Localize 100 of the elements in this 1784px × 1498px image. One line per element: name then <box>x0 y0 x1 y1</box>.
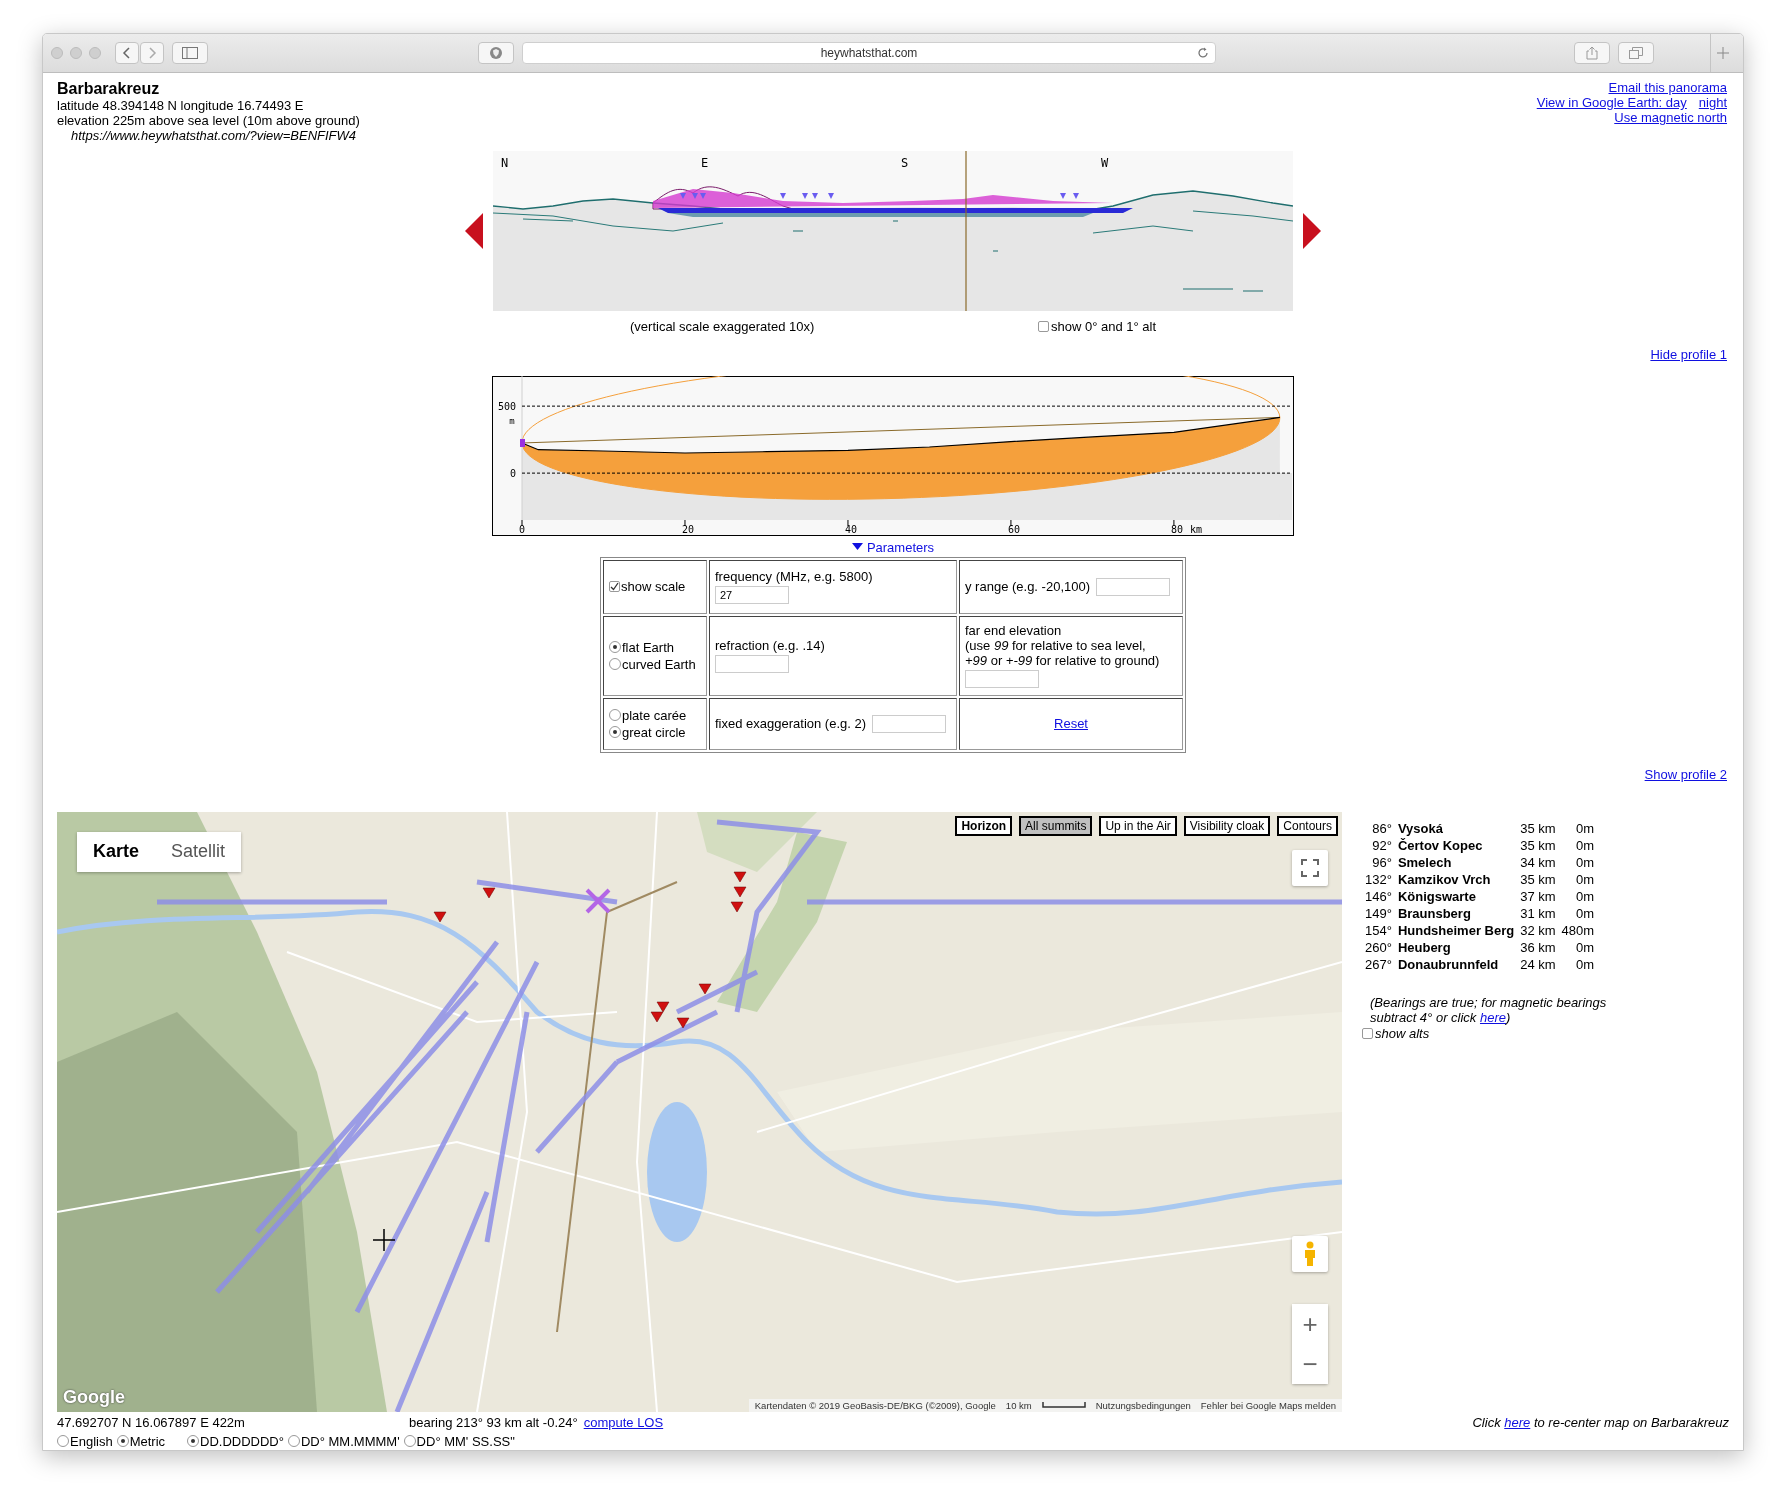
input-field[interactable] <box>872 714 947 733</box>
checkbox[interactable] <box>1038 321 1049 332</box>
summit-name[interactable]: Königswarte <box>1394 887 1518 905</box>
distance-cell-text: 24 km <box>1519 955 1557 973</box>
layer-button[interactable]: All summits <box>1019 815 1093 836</box>
radio-button[interactable] <box>57 1435 69 1447</box>
scroll-right-arrow[interactable] <box>1303 213 1321 249</box>
fullscreen-icon <box>1301 858 1319 877</box>
height-cell-text: 0m <box>1575 904 1596 922</box>
y-tick-label: 500 <box>497 401 516 413</box>
height-cell-text: 0m <box>1575 955 1596 973</box>
map-attribution: Kartendaten © 2019 GeoBasis-DE/BKG (©2009), Google <box>754 1399 996 1411</box>
hide-profile-link[interactable]: Hide profile 1 <box>1650 347 1727 362</box>
sidebar-button[interactable] <box>172 42 208 64</box>
height-cell-text: 0m <box>1575 938 1596 956</box>
bearing-cell-text: 154° <box>1364 921 1393 939</box>
radio-button[interactable] <box>609 709 621 721</box>
bearing-text: bearing 213° 93 km alt -0.24° <box>409 1414 578 1430</box>
summit-name[interactable]: Heuberg <box>1394 938 1518 956</box>
layer-button[interactable]: Contours <box>1277 815 1338 836</box>
distance-cell-text: 37 km <box>1519 887 1557 905</box>
map-type-tab[interactable]: Karte <box>77 831 156 872</box>
forward-button[interactable] <box>140 42 164 64</box>
option-label: DD° MM' SS.SS" <box>416 1433 515 1449</box>
tabs-icon <box>1629 47 1643 59</box>
back-button[interactable] <box>115 42 139 64</box>
x-tick-label: 20 <box>681 524 695 535</box>
report-link[interactable]: Fehler bei Google Maps melden <box>1200 1399 1336 1411</box>
field-label: far end elevation (use 99 for relative to sea level, +99 or +-99 for relative to ground) <box>965 623 1161 668</box>
compass-label: N <box>501 156 509 170</box>
scroll-left-arrow[interactable] <box>465 213 483 249</box>
input-field[interactable]: 27 <box>715 586 789 604</box>
header-link[interactable]: Use magnetic north <box>1614 110 1727 125</box>
compute-los-link[interactable]: compute LOS <box>583 1414 664 1430</box>
summit-name[interactable]: Vysoká <box>1394 819 1518 837</box>
place-title: Barbarakreuz <box>57 80 161 98</box>
map-drawing[interactable] <box>57 811 1342 1412</box>
summit-name[interactable]: Donaubrunnfeld <box>1394 955 1518 973</box>
share-icon <box>1586 46 1598 60</box>
summit-name[interactable]: Hundsheimer Berg <box>1394 921 1518 939</box>
map-type-tab[interactable]: Satellit <box>155 831 242 872</box>
panorama-url: https://www.heywhatsthat.com/?view=BENFIFW4 <box>70 128 358 143</box>
option-label: flat Earth <box>622 638 675 656</box>
parameters-toggle[interactable]: Parameters <box>851 539 935 555</box>
distance-cell-text: 34 km <box>1519 853 1557 871</box>
height-cell-text: 480m <box>1560 921 1596 939</box>
x-tick-label: 80 <box>1170 524 1183 535</box>
header-link[interactable]: View in Google Earth: day <box>1536 95 1687 110</box>
coordinates-text: latitude 48.394148 N longitude 16.74493 E <box>57 98 305 113</box>
fullscreen-button[interactable] <box>1292 849 1328 886</box>
shield-button[interactable] <box>478 42 514 64</box>
address-bar[interactable]: heywhatsthat.com <box>522 42 1216 64</box>
checkbox[interactable] <box>609 581 620 592</box>
compass-label: W <box>1101 156 1109 170</box>
reload-icon[interactable] <box>1197 47 1209 59</box>
bearing-cell-text: 86° <box>1371 819 1393 837</box>
tabs-button[interactable] <box>1618 42 1654 64</box>
summit-name[interactable]: Smelech <box>1394 853 1518 871</box>
height-cell-text: 0m <box>1575 853 1596 871</box>
input-field[interactable] <box>715 655 789 673</box>
summit-name[interactable]: Čertov Kopec <box>1394 836 1518 854</box>
bearing-cell-text: 92° <box>1371 836 1393 854</box>
input-field[interactable] <box>1096 577 1171 596</box>
layer-button[interactable]: Horizon <box>955 815 1013 836</box>
x-tick-label: 0 <box>519 524 526 535</box>
checkbox-label: show 0° and 1° alt <box>1051 319 1157 334</box>
distance-cell-text: 32 km <box>1519 921 1557 939</box>
terms-link[interactable]: Nutzungsbedingungen <box>1095 1399 1191 1411</box>
zoom-in-button[interactable]: + <box>1292 1303 1328 1344</box>
option-label: DD° MM.MMMM' <box>300 1433 400 1449</box>
radio-button[interactable] <box>287 1435 300 1447</box>
option-label: show scale <box>621 578 686 595</box>
layer-button[interactable]: Up in the Air <box>1099 815 1177 836</box>
scale-caption: (vertical scale exaggerated 10x) <box>630 319 815 334</box>
recenter-link[interactable]: here <box>1504 1414 1531 1430</box>
radio-button[interactable] <box>403 1435 416 1447</box>
header-link[interactable]: night <box>1698 95 1727 110</box>
magnetic-link[interactable]: here <box>1479 1009 1506 1025</box>
bearing-cell-text: 149° <box>1364 904 1393 922</box>
header-link[interactable]: Email this panorama <box>1608 80 1727 95</box>
radio-button[interactable] <box>187 1435 200 1447</box>
radio-button[interactable] <box>609 726 621 738</box>
checkbox[interactable] <box>1362 1027 1373 1039</box>
cursor-position: 47.692707 N 16.067897 E 422m <box>57 1414 246 1430</box>
field-label: frequency (MHz, e.g. 5800) <box>715 569 874 584</box>
radio-button[interactable] <box>116 1435 129 1447</box>
reset-link[interactable]: Reset <box>1054 716 1088 731</box>
summit-name[interactable]: Kamzikov Vrch <box>1394 870 1518 888</box>
zoom-out-button[interactable]: − <box>1292 1343 1328 1384</box>
summit-name[interactable]: Braunsberg <box>1394 904 1518 922</box>
street-view-pegman-icon[interactable] <box>1292 1235 1328 1272</box>
input-field[interactable] <box>965 670 1039 688</box>
height-cell-text: 0m <box>1575 870 1596 888</box>
height-cell-text: 0m <box>1575 836 1596 854</box>
share-button[interactable] <box>1574 42 1610 64</box>
radio-button[interactable] <box>609 658 621 670</box>
y-axis-title: m <box>509 416 515 427</box>
show-profile-link[interactable]: Show profile 2 <box>1644 766 1727 782</box>
distance-cell-text: 35 km <box>1519 819 1557 837</box>
radio-button[interactable] <box>609 641 621 653</box>
